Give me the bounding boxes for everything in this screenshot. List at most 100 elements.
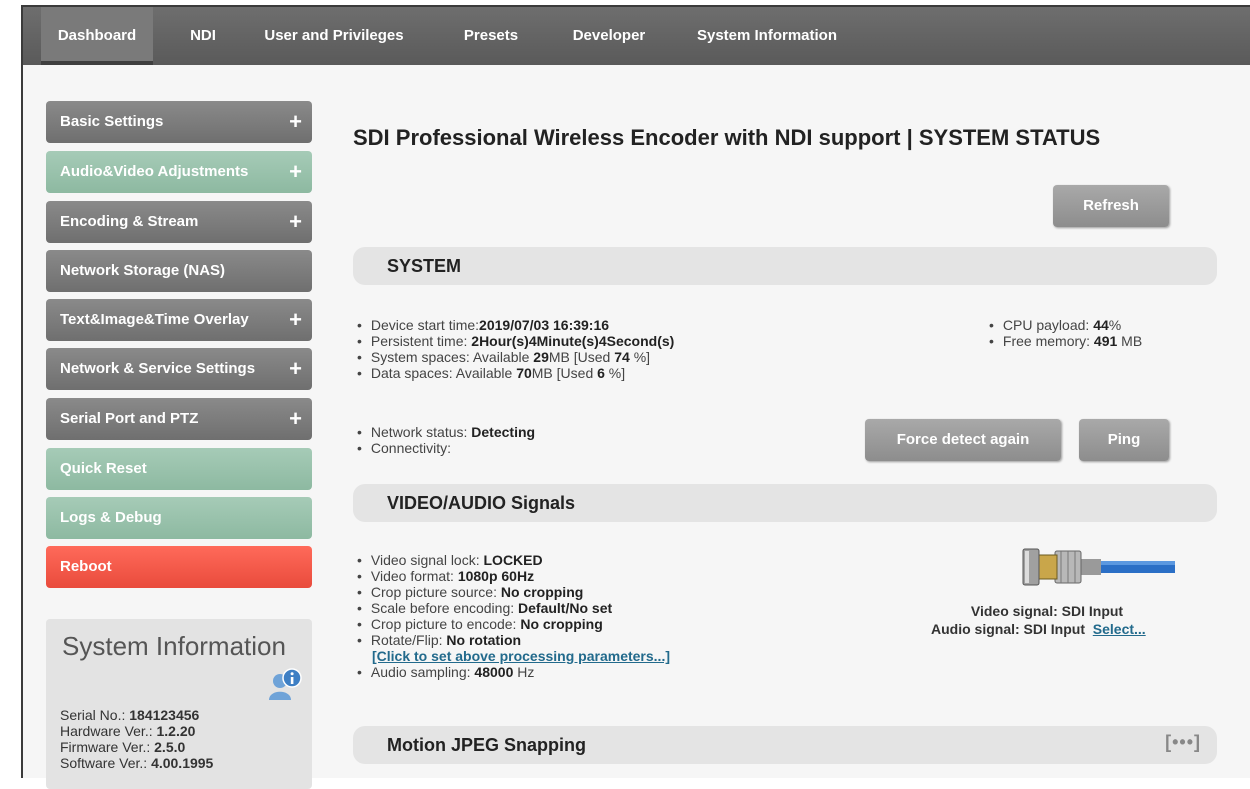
tab-ndi[interactable]: NDI (173, 7, 233, 65)
list-item: Connectivity: (355, 440, 535, 456)
refresh-button[interactable]: Refresh (1053, 185, 1169, 227)
list-item: Free memory: 491 MB (987, 333, 1142, 349)
tab-user-privileges[interactable]: User and Privileges (259, 7, 409, 65)
tab-system-information[interactable]: System Information (687, 7, 847, 65)
list-item: Audio sampling: 48000 Hz (355, 664, 670, 680)
mjpeg-section-header: Motion JPEG Snapping [•••] (353, 726, 1217, 764)
mem-unit: MB (1117, 333, 1143, 349)
connectivity-label: Connectivity: (370, 440, 452, 456)
format-value: 1080p 60Hz (457, 568, 535, 584)
scale-label: Scale before encoding: (370, 600, 519, 616)
audio-signal-text: Audio signal: SDI Input (931, 621, 1085, 637)
sidebar-item-label: Network & Service Settings (60, 360, 256, 377)
start-label: Device start time: (370, 317, 480, 333)
list-item: Device start time:2019/07/03 16:39:16 (355, 317, 674, 333)
list-item: Crop picture to encode: No cropping (355, 616, 670, 632)
plus-icon: + (289, 406, 302, 431)
firmware-value: 2.5.0 (154, 739, 186, 755)
processing-params-link[interactable]: [Click to set above processing parameter… (372, 648, 670, 664)
sys-label: System spaces: Available (370, 349, 534, 365)
plus-icon: + (289, 159, 302, 184)
sidebar-item-logs-debug[interactable]: Logs & Debug (46, 497, 312, 539)
plus-icon: + (289, 109, 302, 134)
sidebar-item-basic-settings[interactable]: Basic Settings + (46, 101, 312, 143)
tab-dashboard[interactable]: Dashboard (41, 7, 153, 65)
software-label: Software Ver.: (60, 755, 152, 771)
cpu-label: CPU payload: (1002, 317, 1094, 333)
sidebar-item-serial-ptz[interactable]: Serial Port and PTZ + (46, 398, 312, 440)
system-info-title: System Information (62, 631, 286, 661)
plus-icon: + (289, 356, 302, 381)
list-item: CPU payload: 44% (987, 317, 1142, 333)
hardware-value: 1.2.20 (156, 723, 196, 739)
firmware-label: Firmware Ver.: (60, 739, 155, 755)
sys-end: %] (629, 349, 651, 365)
serial-value: 184123456 (129, 707, 200, 723)
sidebar-item-quick-reset[interactable]: Quick Reset (46, 448, 312, 490)
sidebar-item-reboot[interactable]: Reboot (46, 546, 312, 588)
system-section-header: SYSTEM (353, 247, 1217, 285)
app-frame: Dashboard NDI User and Privileges Preset… (21, 5, 1250, 789)
tab-developer[interactable]: Developer (561, 7, 657, 65)
cpu-unit: % (1108, 317, 1122, 333)
data-label: Data spaces: Available (370, 365, 517, 381)
start-value: 2019/07/03 16:39:16 (479, 317, 610, 333)
persist-label: Persistent time: (370, 333, 472, 349)
list-item: Network status: Detecting (355, 424, 535, 440)
network-list: Network status: Detecting Connectivity: (355, 424, 535, 456)
list-item: Crop picture source: No cropping (355, 584, 670, 600)
system-heading: SYSTEM (387, 256, 462, 276)
crop-source-value: No cropping (500, 584, 584, 600)
sidebar-item-network-service[interactable]: Network & Service Settings + (46, 348, 312, 390)
sidebar-item-label: Text&Image&Time Overlay (60, 311, 249, 328)
sidebar-item-label: Logs & Debug (60, 509, 162, 526)
data-mid: MB [Used (531, 365, 598, 381)
list-item: System spaces: Available 29MB [Used 74 %… (355, 349, 674, 365)
sidebar-item-audio-video[interactable]: Audio&Video Adjustments + (46, 151, 312, 193)
top-nav: Dashboard NDI User and Privileges Preset… (23, 7, 1250, 65)
system-info-list: Device start time:2019/07/03 16:39:16 Pe… (355, 317, 674, 381)
user-info-icon[interactable] (268, 667, 302, 701)
sys-avail: 29 (533, 349, 549, 365)
sys-used: 74 (614, 349, 630, 365)
software-value: 4.00.1995 (151, 755, 214, 771)
tab-presets[interactable]: Presets (451, 7, 531, 65)
cpu-value: 44 (1093, 317, 1109, 333)
sidebar-item-label: Reboot (60, 558, 112, 575)
sidebar-item-network-storage[interactable]: Network Storage (NAS) (46, 250, 312, 292)
data-avail: 70 (516, 365, 532, 381)
data-used: 6 (597, 365, 605, 381)
sidebar-item-text-overlay[interactable]: Text&Image&Time Overlay + (46, 299, 312, 341)
list-item: Persistent time: 2Hour(s)4Minute(s)4Seco… (355, 333, 674, 349)
sidebar-item-label: Network Storage (NAS) (60, 262, 226, 279)
sys-mid: MB [Used (548, 349, 615, 365)
format-label: Video format: (370, 568, 458, 584)
list-item: Scale before encoding: Default/No set (355, 600, 670, 616)
serial-label: Serial No.: (60, 707, 130, 723)
crop-source-label: Crop picture source: (370, 584, 501, 600)
ping-button[interactable]: Ping (1079, 419, 1169, 461)
plus-icon: + (289, 307, 302, 332)
rotate-value: No rotation (446, 632, 522, 648)
list-item: Video format: 1080p 60Hz (355, 568, 670, 584)
select-audio-link[interactable]: Select... (1093, 621, 1146, 637)
network-label: Network status: (370, 424, 472, 440)
lock-label: Video signal lock: (370, 552, 484, 568)
list-item: Video signal lock: LOCKED (355, 552, 670, 568)
sdi-connector-icon (1022, 548, 1175, 586)
page-title: SDI Professional Wireless Encoder with N… (353, 125, 1101, 150)
lock-value: LOCKED (483, 552, 543, 568)
sidebar-item-label: Quick Reset (60, 460, 147, 477)
av-section-header: VIDEO/AUDIO Signals (353, 484, 1217, 522)
av-info-list: Video signal lock: LOCKED Video format: … (355, 552, 670, 680)
audio-value: 48000 (474, 664, 514, 680)
more-options-icon[interactable]: [•••] (1165, 732, 1201, 753)
crop-encode-value: No cropping (520, 616, 603, 632)
audio-label: Audio sampling: (370, 664, 475, 680)
rotate-label: Rotate/Flip: (370, 632, 447, 648)
force-detect-button[interactable]: Force detect again (865, 419, 1061, 461)
audio-signal-row: Audio signal: SDI Input Select... (931, 621, 1146, 637)
audio-unit: Hz (513, 664, 535, 680)
sidebar-item-label: Audio&Video Adjustments (60, 163, 249, 180)
sidebar-item-encoding-stream[interactable]: Encoding & Stream + (46, 201, 312, 243)
